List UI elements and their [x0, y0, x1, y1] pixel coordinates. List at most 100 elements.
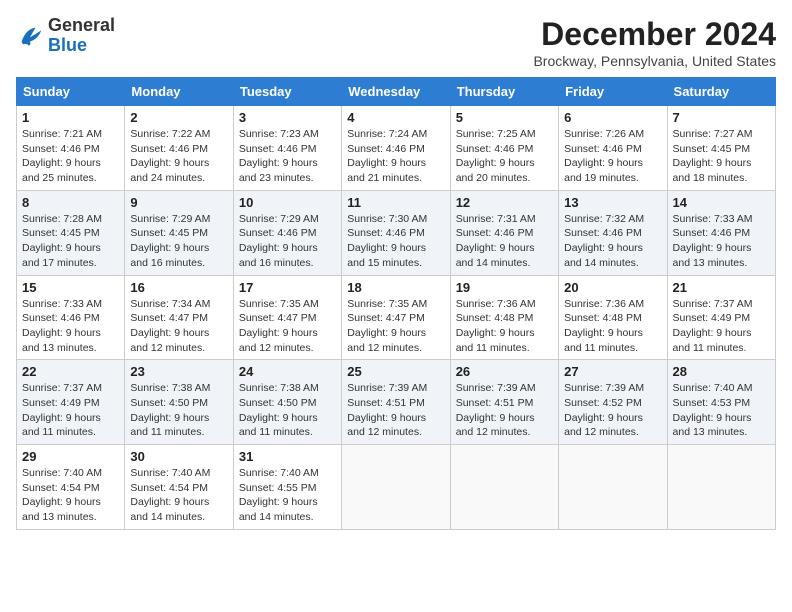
day-number: 4	[347, 110, 444, 125]
calendar-day-cell: 13 Sunrise: 7:32 AMSunset: 4:46 PMDayligh…	[559, 190, 667, 275]
calendar-day-cell: 5 Sunrise: 7:25 AMSunset: 4:46 PMDaylight…	[450, 106, 558, 191]
calendar-day-cell	[450, 445, 558, 530]
location-subtitle: Brockway, Pennsylvania, United States	[533, 53, 776, 69]
calendar-day-header: Wednesday	[342, 78, 450, 106]
calendar-day-cell: 27Sunrise: 7:39 AMSunset: 4:52 PMDayligh…	[559, 360, 667, 445]
calendar-day-cell: 10 Sunrise: 7:29 AMSunset: 4:46 PMDayligh…	[233, 190, 341, 275]
calendar-day-header: Thursday	[450, 78, 558, 106]
calendar-day-cell: 11Sunrise: 7:30 AMSunset: 4:46 PMDayligh…	[342, 190, 450, 275]
day-info: Sunrise: 7:40 AMSunset: 4:53 PMDaylight:…	[673, 381, 770, 440]
calendar-day-cell: 24 Sunrise: 7:38 AMSunset: 4:50 PMDayligh…	[233, 360, 341, 445]
calendar-day-cell: 19 Sunrise: 7:36 AMSunset: 4:48 PMDayligh…	[450, 275, 558, 360]
day-number: 17	[239, 280, 336, 295]
day-number: 20	[564, 280, 661, 295]
day-info: Sunrise: 7:40 AMSunset: 4:54 PMDaylight:…	[130, 466, 227, 525]
day-number: 23	[130, 364, 227, 379]
day-number: 9	[130, 195, 227, 210]
day-number: 22	[22, 364, 119, 379]
day-info: Sunrise: 7:23 AMSunset: 4:46 PMDaylight:…	[239, 127, 336, 186]
day-info: Sunrise: 7:25 AMSunset: 4:46 PMDaylight:…	[456, 127, 553, 186]
day-number: 14	[673, 195, 770, 210]
day-number: 19	[456, 280, 553, 295]
calendar-day-cell: 6Sunrise: 7:26 AMSunset: 4:46 PMDaylight…	[559, 106, 667, 191]
day-number: 24	[239, 364, 336, 379]
logo: General Blue	[16, 16, 115, 56]
day-number: 26	[456, 364, 553, 379]
day-info: Sunrise: 7:29 AMSunset: 4:46 PMDaylight:…	[239, 212, 336, 271]
calendar-day-cell	[667, 445, 775, 530]
calendar-day-header: Friday	[559, 78, 667, 106]
day-info: Sunrise: 7:36 AMSunset: 4:48 PMDaylight:…	[564, 297, 661, 356]
day-info: Sunrise: 7:27 AMSunset: 4:45 PMDaylight:…	[673, 127, 770, 186]
day-number: 13	[564, 195, 661, 210]
logo-blue-text: Blue	[48, 36, 115, 56]
day-info: Sunrise: 7:39 AMSunset: 4:51 PMDaylight:…	[347, 381, 444, 440]
day-number: 31	[239, 449, 336, 464]
day-info: Sunrise: 7:32 AMSunset: 4:46 PMDaylight:…	[564, 212, 661, 271]
day-info: Sunrise: 7:36 AMSunset: 4:48 PMDaylight:…	[456, 297, 553, 356]
day-info: Sunrise: 7:21 AMSunset: 4:46 PMDaylight:…	[22, 127, 119, 186]
calendar-day-cell: 25 Sunrise: 7:39 AMSunset: 4:51 PMDayligh…	[342, 360, 450, 445]
day-info: Sunrise: 7:38 AMSunset: 4:50 PMDaylight:…	[239, 381, 336, 440]
calendar-day-cell: 22 Sunrise: 7:37 AMSunset: 4:49 PMDayligh…	[17, 360, 125, 445]
calendar-day-cell: 29Sunrise: 7:40 AMSunset: 4:54 PMDayligh…	[17, 445, 125, 530]
calendar-day-cell: 17Sunrise: 7:35 AMSunset: 4:47 PMDayligh…	[233, 275, 341, 360]
day-info: Sunrise: 7:38 AMSunset: 4:50 PMDaylight:…	[130, 381, 227, 440]
calendar-table: SundayMondayTuesdayWednesdayThursdayFrid…	[16, 77, 776, 530]
day-number: 6	[564, 110, 661, 125]
day-number: 27	[564, 364, 661, 379]
calendar-body: 1 Sunrise: 7:21 AMSunset: 4:46 PMDaylight…	[17, 106, 776, 530]
day-number: 15	[22, 280, 119, 295]
calendar-day-cell: 15 Sunrise: 7:33 AMSunset: 4:46 PMDayligh…	[17, 275, 125, 360]
day-number: 16	[130, 280, 227, 295]
day-number: 1	[22, 110, 119, 125]
logo-bird-icon	[16, 22, 44, 50]
calendar-day-cell: 16 Sunrise: 7:34 AMSunset: 4:47 PMDayligh…	[125, 275, 233, 360]
day-info: Sunrise: 7:33 AMSunset: 4:46 PMDaylight:…	[673, 212, 770, 271]
day-info: Sunrise: 7:31 AMSunset: 4:46 PMDaylight:…	[456, 212, 553, 271]
calendar-day-cell: 9Sunrise: 7:29 AMSunset: 4:45 PMDaylight…	[125, 190, 233, 275]
calendar-day-cell: 30 Sunrise: 7:40 AMSunset: 4:54 PMDayligh…	[125, 445, 233, 530]
day-info: Sunrise: 7:37 AMSunset: 4:49 PMDaylight:…	[22, 381, 119, 440]
month-title: December 2024	[533, 16, 776, 53]
calendar-day-cell: 31 Sunrise: 7:40 AMSunset: 4:55 PMDayligh…	[233, 445, 341, 530]
calendar-day-cell: 7Sunrise: 7:27 AMSunset: 4:45 PMDaylight…	[667, 106, 775, 191]
day-number: 2	[130, 110, 227, 125]
calendar-week-row: 1 Sunrise: 7:21 AMSunset: 4:46 PMDaylight…	[17, 106, 776, 191]
day-info: Sunrise: 7:24 AMSunset: 4:46 PMDaylight:…	[347, 127, 444, 186]
day-number: 25	[347, 364, 444, 379]
day-number: 3	[239, 110, 336, 125]
calendar-day-cell: 26 Sunrise: 7:39 AMSunset: 4:51 PMDayligh…	[450, 360, 558, 445]
calendar-day-cell: 12 Sunrise: 7:31 AMSunset: 4:46 PMDayligh…	[450, 190, 558, 275]
day-number: 28	[673, 364, 770, 379]
day-info: Sunrise: 7:33 AMSunset: 4:46 PMDaylight:…	[22, 297, 119, 356]
calendar-day-header: Tuesday	[233, 78, 341, 106]
calendar-day-cell: 2Sunrise: 7:22 AMSunset: 4:46 PMDaylight…	[125, 106, 233, 191]
calendar-day-cell: 23 Sunrise: 7:38 AMSunset: 4:50 PMDayligh…	[125, 360, 233, 445]
day-info: Sunrise: 7:28 AMSunset: 4:45 PMDaylight:…	[22, 212, 119, 271]
calendar-day-cell: 28 Sunrise: 7:40 AMSunset: 4:53 PMDayligh…	[667, 360, 775, 445]
day-number: 8	[22, 195, 119, 210]
day-number: 21	[673, 280, 770, 295]
calendar-day-cell	[559, 445, 667, 530]
day-info: Sunrise: 7:35 AMSunset: 4:47 PMDaylight:…	[347, 297, 444, 356]
calendar-week-row: 29Sunrise: 7:40 AMSunset: 4:54 PMDayligh…	[17, 445, 776, 530]
calendar-day-cell: 20 Sunrise: 7:36 AMSunset: 4:48 PMDayligh…	[559, 275, 667, 360]
calendar-day-cell	[342, 445, 450, 530]
calendar-week-row: 22 Sunrise: 7:37 AMSunset: 4:49 PMDayligh…	[17, 360, 776, 445]
day-number: 5	[456, 110, 553, 125]
day-number: 18	[347, 280, 444, 295]
day-info: Sunrise: 7:34 AMSunset: 4:47 PMDaylight:…	[130, 297, 227, 356]
day-info: Sunrise: 7:40 AMSunset: 4:55 PMDaylight:…	[239, 466, 336, 525]
calendar-header-row: SundayMondayTuesdayWednesdayThursdayFrid…	[17, 78, 776, 106]
day-number: 12	[456, 195, 553, 210]
day-info: Sunrise: 7:39 AMSunset: 4:51 PMDaylight:…	[456, 381, 553, 440]
day-number: 30	[130, 449, 227, 464]
calendar-week-row: 8 Sunrise: 7:28 AMSunset: 4:45 PMDaylight…	[17, 190, 776, 275]
calendar-day-cell: 4 Sunrise: 7:24 AMSunset: 4:46 PMDaylight…	[342, 106, 450, 191]
day-number: 10	[239, 195, 336, 210]
calendar-day-header: Saturday	[667, 78, 775, 106]
calendar-day-cell: 8 Sunrise: 7:28 AMSunset: 4:45 PMDaylight…	[17, 190, 125, 275]
calendar-day-cell: 1 Sunrise: 7:21 AMSunset: 4:46 PMDaylight…	[17, 106, 125, 191]
day-number: 11	[347, 195, 444, 210]
